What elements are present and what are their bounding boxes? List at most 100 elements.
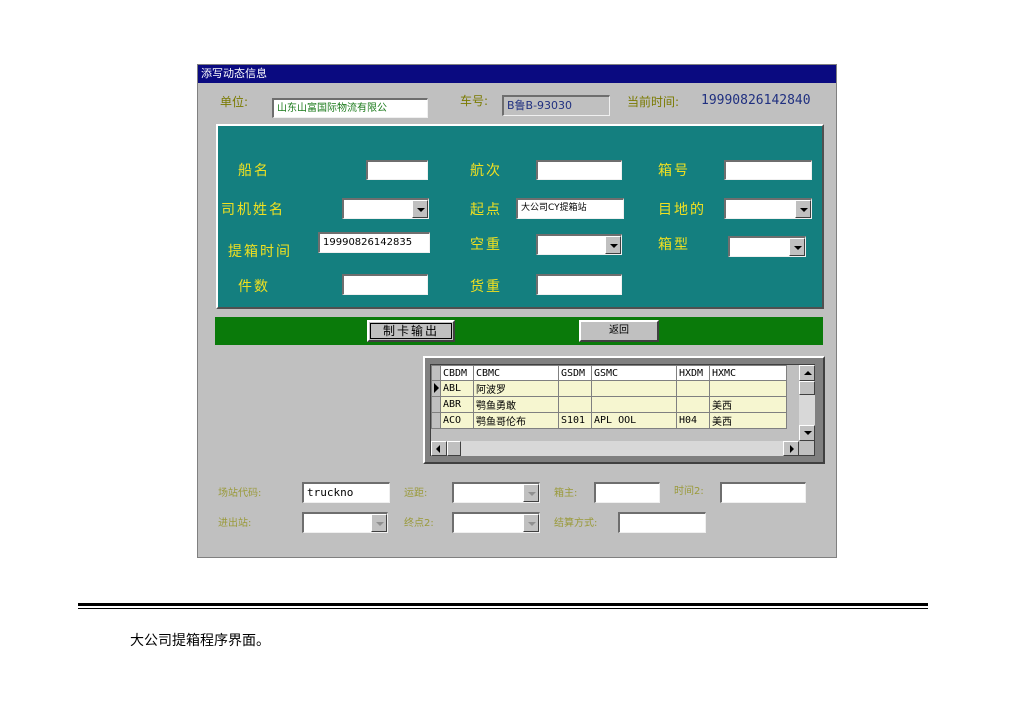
end2-label: 终点2: xyxy=(404,518,434,529)
scroll-left-icon[interactable] xyxy=(431,441,447,456)
scroll-right-icon[interactable] xyxy=(783,441,799,456)
origin-input[interactable]: 大公司CY提箱站 xyxy=(516,198,624,219)
table-cell[interactable] xyxy=(591,396,677,413)
scroll-thumb[interactable] xyxy=(447,441,461,456)
table-cell[interactable] xyxy=(709,380,787,397)
time2-label: 时间2: xyxy=(674,486,704,497)
current-time-value: 19990826142840 xyxy=(701,93,811,108)
scroll-down-icon[interactable] xyxy=(799,425,815,441)
distance-combo[interactable] xyxy=(452,482,540,503)
voyage-label: 航次 xyxy=(470,163,502,179)
chevron-down-icon[interactable] xyxy=(789,238,805,256)
chevron-down-icon[interactable] xyxy=(605,236,621,254)
dynamic-info-window: 添写动态信息 单位: 山东山富国际物流有限公 车号: B鲁B-93030 当前时… xyxy=(197,64,837,558)
action-bar: 制卡输出 返回 xyxy=(215,317,823,345)
destination-label: 目地的 xyxy=(658,202,706,218)
row-indicator xyxy=(431,412,441,429)
table-cell[interactable]: S101 xyxy=(558,412,592,429)
time2-input[interactable] xyxy=(720,482,806,503)
table-cell[interactable]: ABR xyxy=(440,396,474,413)
box-type-combo[interactable] xyxy=(728,236,806,257)
chevron-down-icon[interactable] xyxy=(523,514,539,532)
scroll-thumb[interactable] xyxy=(799,381,815,395)
row-indicator xyxy=(431,365,441,381)
cargo-weight-label: 货重 xyxy=(470,279,502,295)
empty-heavy-label: 空重 xyxy=(470,237,502,253)
settle-method-input[interactable] xyxy=(618,512,706,533)
table-cell[interactable]: ACO xyxy=(440,412,474,429)
driver-combo[interactable] xyxy=(342,198,429,219)
table-row[interactable]: ABL 阿波罗 xyxy=(431,380,787,397)
pieces-input[interactable] xyxy=(342,274,428,295)
table-row[interactable]: ABR 鹗鱼勇敢 美西 xyxy=(431,396,787,413)
table-cell[interactable] xyxy=(558,380,592,397)
current-row-arrow-icon xyxy=(434,383,439,393)
vertical-scrollbar[interactable] xyxy=(799,365,815,441)
divider xyxy=(78,603,928,606)
yard-code-label: 场站代码: xyxy=(218,488,262,499)
driver-label: 司机姓名 xyxy=(221,202,285,218)
origin-label: 起点 xyxy=(470,202,502,218)
column-header[interactable]: HXMC xyxy=(709,365,787,381)
destination-combo[interactable] xyxy=(724,198,812,219)
unit-field[interactable]: 山东山富国际物流有限公 xyxy=(272,98,428,118)
box-no-label: 箱号 xyxy=(658,163,690,179)
ship-name-input[interactable] xyxy=(366,160,428,180)
box-type-label: 箱型 xyxy=(658,237,690,253)
ship-table: CBDM CBMC GSDM GSMC HXDM HXMC ABL 阿波罗 AB… xyxy=(431,365,787,429)
unit-label: 单位: xyxy=(220,95,249,109)
form-panel: 船名 航次 箱号 司机姓名 起点 大公司CY提箱站 目地的 提箱时间 19990… xyxy=(216,124,824,309)
table-cell[interactable] xyxy=(676,380,710,397)
distance-label: 运距: xyxy=(404,488,428,499)
current-time-label: 当前时间: xyxy=(627,95,680,109)
column-header[interactable]: CBDM xyxy=(440,365,474,381)
plate-label: 车号: xyxy=(460,94,489,108)
pieces-label: 件数 xyxy=(238,279,270,295)
row-indicator xyxy=(431,380,441,397)
settle-method-label: 结算方式: xyxy=(554,518,598,529)
table-cell[interactable]: 阿波罗 xyxy=(473,380,559,397)
column-header[interactable]: CBMC xyxy=(473,365,559,381)
table-cell[interactable]: 鹗鱼哥伦布 xyxy=(473,412,559,429)
table-cell[interactable]: 美西 xyxy=(709,396,787,413)
horizontal-scrollbar[interactable] xyxy=(431,441,799,456)
table-cell[interactable]: H04 xyxy=(676,412,710,429)
chevron-down-icon[interactable] xyxy=(523,484,539,502)
table-cell[interactable] xyxy=(591,380,677,397)
in-out-combo[interactable] xyxy=(302,512,388,533)
end2-combo[interactable] xyxy=(452,512,540,533)
empty-heavy-combo[interactable] xyxy=(536,234,622,255)
ship-name-label: 船名 xyxy=(238,163,270,179)
scroll-up-icon[interactable] xyxy=(799,365,815,381)
table-cell[interactable]: 美西 xyxy=(709,412,787,429)
table-cell[interactable] xyxy=(558,396,592,413)
back-button[interactable]: 返回 xyxy=(579,320,659,342)
window-title: 添写动态信息 xyxy=(198,65,836,83)
print-card-button[interactable]: 制卡输出 xyxy=(367,320,455,342)
column-header[interactable]: HXDM xyxy=(676,365,710,381)
column-header[interactable]: GSMC xyxy=(591,365,677,381)
figure-caption: 大公司提箱程序界面。 xyxy=(130,633,270,649)
row-indicator xyxy=(431,396,441,413)
chevron-down-icon[interactable] xyxy=(412,200,428,218)
table-cell[interactable] xyxy=(676,396,710,413)
cargo-weight-input[interactable] xyxy=(536,274,622,295)
box-no-input[interactable] xyxy=(724,160,812,180)
box-owner-label: 箱主: xyxy=(554,488,578,499)
chevron-down-icon[interactable] xyxy=(371,514,387,532)
pickup-time-input[interactable]: 19990826142835 xyxy=(318,232,430,253)
yard-code-input[interactable]: truckno xyxy=(302,482,390,503)
chevron-down-icon[interactable] xyxy=(795,200,811,218)
plate-field[interactable]: B鲁B-93030 xyxy=(502,95,610,116)
divider xyxy=(78,608,928,609)
ship-grid[interactable]: CBDM CBMC GSDM GSMC HXDM HXMC ABL 阿波罗 AB… xyxy=(430,364,815,456)
table-cell[interactable]: 鹗鱼勇敢 xyxy=(473,396,559,413)
table-header-row: CBDM CBMC GSDM GSMC HXDM HXMC xyxy=(431,365,787,381)
voyage-input[interactable] xyxy=(536,160,622,180)
table-cell[interactable]: ABL xyxy=(440,380,474,397)
column-header[interactable]: GSDM xyxy=(558,365,592,381)
box-owner-input[interactable] xyxy=(594,482,660,503)
table-cell[interactable]: APL OOL xyxy=(591,412,677,429)
in-out-label: 进出站: xyxy=(218,518,252,529)
table-row[interactable]: ACO 鹗鱼哥伦布 S101 APL OOL H04 美西 xyxy=(431,412,787,429)
